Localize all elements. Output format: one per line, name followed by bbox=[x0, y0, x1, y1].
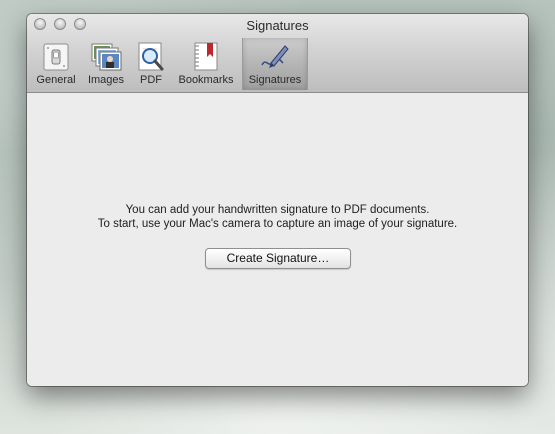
tab-signatures[interactable]: Signatures bbox=[242, 38, 308, 90]
preferences-window: Signatures General Images PDF Bookmarks … bbox=[27, 14, 528, 386]
window-title: Signatures bbox=[246, 18, 309, 33]
general-switch-icon bbox=[43, 43, 69, 71]
tab-images-label: Images bbox=[87, 74, 125, 86]
signature-info-line1: You can add your handwritten signature t… bbox=[125, 204, 430, 216]
signature-info-line2: To start, use your Mac's camera to captu… bbox=[97, 218, 458, 230]
images-icon bbox=[91, 43, 122, 71]
tab-bookmarks[interactable]: Bookmarks bbox=[175, 38, 237, 90]
tab-pdf[interactable]: PDF bbox=[135, 38, 167, 90]
tab-bookmarks-label: Bookmarks bbox=[178, 74, 234, 86]
create-signature-button[interactable]: Create Signature… bbox=[205, 248, 351, 269]
signatures-pen-icon bbox=[261, 45, 289, 68]
tab-images[interactable]: Images bbox=[85, 38, 127, 90]
bookmarks-icon bbox=[194, 42, 218, 71]
signatures-pane: You can add your handwritten signature t… bbox=[27, 93, 528, 386]
tab-pdf-label: PDF bbox=[140, 74, 162, 86]
toolbar: Signatures General Images PDF Bookmarks … bbox=[27, 14, 528, 93]
pdf-magnifier-icon bbox=[138, 42, 164, 71]
tab-signatures-label: Signatures bbox=[248, 74, 302, 86]
tab-general[interactable]: General bbox=[35, 38, 77, 90]
tab-general-label: General bbox=[36, 74, 76, 86]
